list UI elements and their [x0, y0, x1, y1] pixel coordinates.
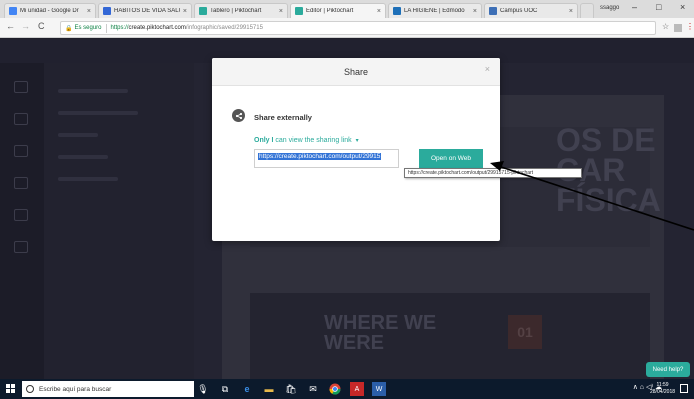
share-icon	[232, 109, 245, 122]
share-link-field[interactable]: https://create.piktochart.com/output/299…	[254, 149, 399, 168]
tab-label: Editor | Piktochart	[306, 8, 354, 14]
clock-date: 28/04/2018	[650, 389, 676, 395]
share-heading: Share externally	[254, 113, 312, 122]
tab-label: Tablero | Piktochart	[210, 8, 262, 14]
forward-icon[interactable]: →	[21, 21, 30, 31]
piktochart-icon	[199, 7, 207, 15]
back-icon[interactable]: ←	[6, 21, 15, 31]
search-placeholder: Escribe aquí para buscar	[39, 385, 112, 393]
taskbar: Escribe aquí para buscar 🎙 ⧉ e ▬ 🛍 ✉ A W…	[0, 379, 694, 399]
url-input[interactable]: 🔒 Es seguro https:// create.piktochart.c…	[60, 21, 656, 35]
permission-owner: Only I	[254, 137, 274, 144]
menu-icon[interactable]: ⋮	[686, 22, 694, 31]
tab-habitos[interactable]: HÁBITOS DE VIDA SALU ×	[98, 3, 192, 18]
chrome-icon[interactable]	[328, 382, 342, 396]
mail-icon[interactable]: ✉	[306, 382, 320, 396]
cortana-icon	[26, 385, 34, 393]
clock[interactable]: 11:59 28/04/2018	[650, 382, 675, 396]
tab-close-icon[interactable]: ×	[569, 8, 573, 15]
edge-icon[interactable]: e	[240, 382, 254, 396]
url-path: /infographic/saved/29915715	[185, 25, 263, 31]
clock-time: 11:59	[656, 382, 669, 388]
tab-google-drive[interactable]: Mi unidad - Google Dr ×	[4, 3, 96, 18]
tab-label: HÁBITOS DE VIDA SALU	[114, 8, 180, 14]
dialog-header: Share ×	[212, 58, 500, 86]
uoc-icon	[489, 7, 497, 15]
lock-icon: 🔒	[65, 25, 73, 32]
need-help-button[interactable]: Need help?	[646, 362, 690, 377]
url-scheme: https://	[110, 25, 129, 31]
close-window-icon[interactable]: ×	[680, 2, 685, 12]
tab-label: LA HIGIENE | Edmodo	[404, 8, 465, 14]
notifications-icon[interactable]	[680, 384, 688, 393]
link-tooltip: https://create.piktochart.com/output/299…	[404, 168, 582, 178]
star-icon[interactable]: ☆	[662, 22, 669, 31]
tab-close-icon[interactable]: ×	[87, 8, 91, 15]
piktochart-icon	[295, 7, 303, 15]
forms-icon	[103, 7, 111, 15]
extension-icon[interactable]	[674, 24, 682, 32]
tab-close-icon[interactable]: ×	[279, 8, 283, 15]
url-host: create.piktochart.com	[128, 25, 186, 31]
tab-close-icon[interactable]: ×	[377, 8, 381, 15]
chevron-down-icon: ▾	[355, 138, 359, 144]
maximize-icon[interactable]: □	[656, 2, 661, 12]
tab-label: Mi unidad - Google Dr	[20, 8, 79, 14]
permission-text: can view the sharing link	[275, 137, 352, 144]
tab-label: Campus UOC	[500, 8, 538, 14]
share-dialog: Share × Share externally Only I can view…	[212, 58, 500, 241]
taskbar-search-input[interactable]: Escribe aquí para buscar	[22, 381, 194, 397]
acrobat-icon[interactable]: A	[350, 382, 364, 396]
windows-start-icon[interactable]	[6, 384, 16, 394]
url-divider	[105, 23, 107, 33]
minimize-icon[interactable]: –	[632, 2, 637, 12]
new-tab-button[interactable]	[580, 3, 594, 18]
address-bar: ← → C 🔒 Es seguro https:// create.piktoc…	[0, 18, 694, 38]
tab-close-icon[interactable]: ×	[473, 8, 477, 15]
file-explorer-icon[interactable]: ▬	[262, 382, 276, 396]
edmodo-icon	[393, 7, 401, 15]
tab-close-icon[interactable]: ×	[183, 8, 187, 15]
secure-label: Es seguro	[74, 25, 102, 31]
dialog-title: Share	[343, 67, 369, 77]
profile-name[interactable]: ssaggo	[600, 5, 619, 11]
reload-icon[interactable]: C	[38, 21, 45, 31]
open-on-web-button[interactable]: Open on Web	[419, 149, 483, 168]
task-view-icon[interactable]: ⧉	[218, 382, 232, 396]
store-icon[interactable]: 🛍	[284, 382, 298, 396]
share-link-text: https://create.piktochart.com/output/299…	[258, 153, 382, 160]
browser-tabstrip: Mi unidad - Google Dr × HÁBITOS DE VIDA …	[0, 0, 694, 18]
tab-tablero[interactable]: Tablero | Piktochart ×	[194, 3, 288, 18]
microphone-icon[interactable]: 🎙	[196, 382, 210, 396]
tab-editor[interactable]: Editor | Piktochart ×	[290, 3, 386, 18]
google-drive-icon	[9, 7, 17, 15]
tab-campus-uoc[interactable]: Campus UOC ×	[484, 3, 578, 18]
permission-dropdown[interactable]: Only I can view the sharing link ▾	[254, 137, 359, 144]
close-icon[interactable]: ×	[485, 64, 490, 74]
tab-edmodo[interactable]: LA HIGIENE | Edmodo ×	[388, 3, 482, 18]
word-icon[interactable]: W	[372, 382, 386, 396]
